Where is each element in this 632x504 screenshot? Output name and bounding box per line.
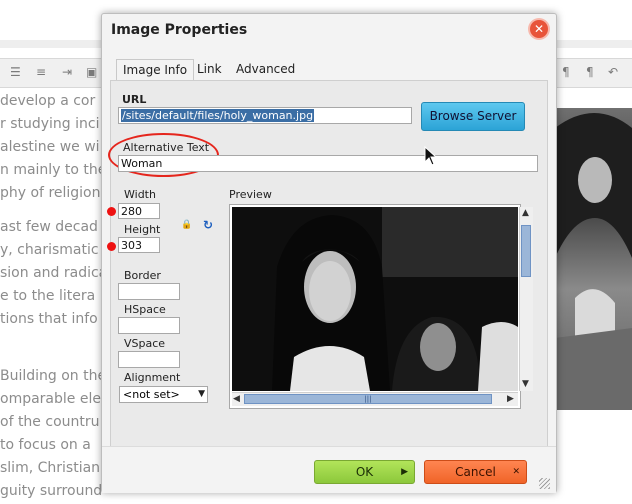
reset-size-icon[interactable]: ↻ [203, 218, 213, 232]
vspace-input[interactable] [118, 351, 180, 368]
border-input[interactable] [118, 283, 180, 300]
resize-handle[interactable] [539, 478, 550, 489]
scroll-down-icon[interactable]: ▼ [522, 379, 529, 389]
vertical-scroll-thumb[interactable] [521, 225, 531, 277]
image-icon[interactable]: ▣ [86, 65, 97, 79]
close-small-icon: ✕ [512, 467, 520, 477]
numbered-list-icon[interactable]: ≡ [36, 65, 46, 79]
url-label: URL [122, 93, 147, 106]
width-input[interactable]: 280 [118, 203, 160, 219]
browse-server-button[interactable]: Browse Server [421, 102, 525, 131]
preview-vertical-scrollbar[interactable]: ▲ ▼ [519, 207, 533, 391]
url-value: /sites/default/files/holy_woman.jpg [121, 109, 315, 122]
width-label: Width [124, 188, 156, 201]
ok-label: OK [355, 465, 374, 479]
alt-text-label: Alternative Text [123, 141, 210, 154]
editor-line: phy of religion [0, 185, 101, 201]
image-properties-dialog: Image Properties ✕ Image Info Link Advan… [101, 13, 557, 493]
editor-line: n mainly to the [0, 162, 107, 178]
scroll-up-icon[interactable]: ▲ [522, 208, 529, 218]
dialog-footer: OK ▶ Cancel ✕ [102, 446, 556, 493]
editor-line: r studying inci [0, 116, 100, 132]
alignment-value: <not set> [123, 388, 180, 401]
chevron-down-icon: ▼ [198, 389, 205, 399]
height-input[interactable]: 303 [118, 237, 160, 253]
preview-horizontal-scrollbar[interactable]: ◀ ||| ▶ [232, 392, 518, 406]
editor-line: y, charismatic [0, 242, 99, 258]
alt-text-input[interactable]: Woman [118, 155, 538, 172]
rtl-icon[interactable]: ¶ [562, 65, 570, 79]
height-label: Height [124, 223, 161, 236]
editor-line: sion and radica [0, 265, 108, 281]
editor-embedded-image[interactable] [555, 108, 632, 410]
alignment-select[interactable]: <not set> ▼ [119, 386, 208, 403]
alignment-label: Alignment [124, 371, 181, 384]
close-icon[interactable]: ✕ [530, 20, 548, 38]
tab-advanced[interactable]: Advanced [230, 59, 301, 80]
ok-button[interactable]: OK ▶ [314, 460, 415, 484]
preview-image [232, 207, 518, 391]
tab-image-info[interactable]: Image Info [116, 59, 195, 81]
indent-icon[interactable]: ⇥ [62, 65, 72, 79]
annotation-dot [107, 207, 116, 216]
tab-link[interactable]: Link [191, 59, 228, 80]
editor-line: omparable ele [0, 391, 101, 407]
paragraph-icon[interactable]: ¶ [586, 65, 594, 79]
editor-line: of the countru [0, 414, 100, 430]
list-icon[interactable]: ☰ [10, 65, 21, 79]
editor-line: ast few decad [0, 219, 98, 235]
mouse-cursor-icon [424, 146, 438, 166]
arrow-right-icon: ▶ [401, 467, 408, 477]
annotation-dot [107, 242, 116, 251]
horizontal-scroll-thumb[interactable]: ||| [244, 394, 492, 404]
editor-image-graphic [555, 113, 632, 410]
editor-line: e to the litera [0, 288, 96, 304]
preview-pane: ▲ ▼ ◀ ||| ▶ [229, 204, 533, 409]
editor-line: Building on the [0, 368, 107, 384]
border-label: Border [124, 269, 161, 282]
hspace-input[interactable] [118, 317, 180, 334]
dialog-title: Image Properties [111, 22, 248, 38]
hspace-label: HSpace [124, 303, 166, 316]
editor-line: develop a cor [0, 93, 96, 109]
editor-line: slim, Christian, [0, 460, 105, 476]
undo-icon[interactable]: ↶ [608, 65, 618, 79]
cancel-label: Cancel [455, 465, 496, 479]
cancel-button[interactable]: Cancel ✕ [424, 460, 527, 484]
url-input[interactable]: /sites/default/files/holy_woman.jpg [118, 107, 412, 124]
vspace-label: VSpace [124, 337, 166, 350]
editor-line: tions that info [0, 311, 98, 327]
scroll-left-icon[interactable]: ◀ [233, 394, 240, 404]
lock-icon[interactable]: 🔒 [181, 220, 192, 230]
editor-line: guity surround [0, 483, 103, 499]
preview-label: Preview [229, 188, 272, 201]
preview-photo-graphic [232, 207, 518, 391]
editor-line: to focus on a [0, 437, 91, 453]
editor-line: alestine we wi [0, 139, 100, 155]
scroll-right-icon[interactable]: ▶ [507, 394, 514, 404]
